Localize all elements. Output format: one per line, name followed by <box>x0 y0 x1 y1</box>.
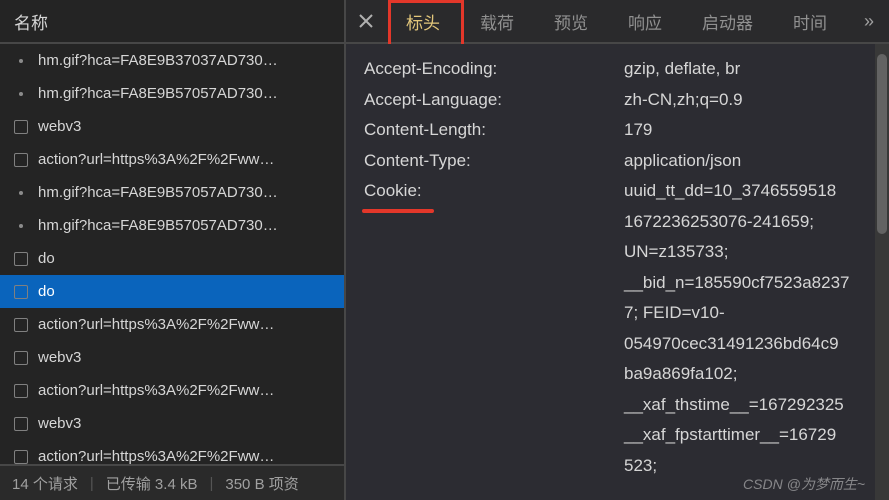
header-value: 1672236253076-241659; <box>624 207 849 238</box>
header-name: Accept-Language: <box>364 85 624 116</box>
request-name: do <box>38 283 55 300</box>
header-value: zh-CN,zh;q=0.9 <box>624 85 849 116</box>
status-resources: 350 B 项资 <box>225 473 298 494</box>
header-name: Content-Type: <box>364 146 624 177</box>
request-item[interactable]: action?url=https%3A%2F%2Fww… <box>0 308 344 341</box>
header-names-column: Accept-Encoding:Accept-Language:Content-… <box>364 54 624 500</box>
request-item[interactable]: webv3 <box>0 407 344 440</box>
header-value: 7; FEID=v10- <box>624 298 849 329</box>
scrollbar-thumb[interactable] <box>877 54 887 234</box>
header-value: gzip, deflate, br <box>624 54 849 85</box>
request-name: action?url=https%3A%2F%2Fww… <box>38 382 274 399</box>
status-transferred: 已传输 3.4 kB <box>106 473 198 494</box>
tab-headers[interactable]: 标头 <box>386 0 460 42</box>
request-item[interactable]: action?url=https%3A%2F%2Fww… <box>0 143 344 176</box>
highlight-underline <box>362 209 434 213</box>
watermark: CSDN @为梦而生~ <box>743 474 865 494</box>
request-name: hm.gif?hca=FA8E9B57057AD730… <box>38 217 278 234</box>
file-icon <box>14 450 28 464</box>
header-name: Accept-Encoding: <box>364 54 624 85</box>
header-name: Content-Length: <box>364 115 624 146</box>
file-icon <box>14 318 28 332</box>
status-bar: 14 个请求 | 已传输 3.4 kB | 350 B 项资 <box>0 464 344 500</box>
tab-payload[interactable]: 载荷 <box>460 0 534 42</box>
dot-icon <box>19 59 23 63</box>
dot-icon <box>19 92 23 96</box>
request-item[interactable]: do <box>0 242 344 275</box>
dot-icon <box>19 191 23 195</box>
header-value: application/json <box>624 146 849 177</box>
column-header-name[interactable]: 名称 <box>0 0 344 44</box>
file-icon <box>14 417 28 431</box>
request-item[interactable]: hm.gif?hca=FA8E9B57057AD730… <box>0 176 344 209</box>
header-values-column: gzip, deflate, brzh-CN,zh;q=0.9179applic… <box>624 54 849 500</box>
request-name: webv3 <box>38 118 81 135</box>
tab-initiator[interactable]: 启动器 <box>682 0 773 42</box>
separator-icon: | <box>209 475 213 492</box>
request-name: hm.gif?hca=FA8E9B37037AD730… <box>38 52 278 69</box>
request-name: action?url=https%3A%2F%2Fww… <box>38 151 274 168</box>
request-name: hm.gif?hca=FA8E9B57057AD730… <box>38 184 278 201</box>
scrollbar-vertical[interactable] <box>875 44 889 500</box>
header-value: 179 <box>624 115 849 146</box>
column-header-label: 名称 <box>14 9 48 34</box>
tab-response[interactable]: 响应 <box>608 0 682 42</box>
overflow-icon[interactable]: » <box>849 0 889 42</box>
header-value: __xaf_fpstarttimer__=16729 <box>624 420 849 451</box>
status-request-count: 14 个请求 <box>12 473 78 494</box>
request-name: action?url=https%3A%2F%2Fww… <box>38 448 274 464</box>
request-name: action?url=https%3A%2F%2Fww… <box>38 316 274 333</box>
header-value: UN=z135733; <box>624 237 849 268</box>
request-list: hm.gif?hca=FA8E9B37037AD730… hm.gif?hca=F… <box>0 44 344 464</box>
request-name: webv3 <box>38 415 81 432</box>
request-name: webv3 <box>38 349 81 366</box>
close-icon[interactable] <box>346 0 386 42</box>
file-icon <box>14 252 28 266</box>
request-item[interactable]: webv3 <box>0 110 344 143</box>
network-request-panel: 名称 hm.gif?hca=FA8E9B37037AD730…hm.gif?hc… <box>0 0 346 500</box>
request-item[interactable]: hm.gif?hca=FA8E9B57057AD730… <box>0 209 344 242</box>
request-name: do <box>38 250 55 267</box>
file-icon <box>14 153 28 167</box>
header-value: __xaf_thstime__=167292325 <box>624 390 849 421</box>
file-icon <box>14 285 28 299</box>
file-icon <box>14 120 28 134</box>
header-value: __bid_n=185590cf7523a8237 <box>624 268 849 299</box>
separator-icon: | <box>90 475 94 492</box>
tab-timing[interactable]: 时间 <box>773 0 847 42</box>
request-item[interactable]: action?url=https%3A%2F%2Fww… <box>0 374 344 407</box>
header-value: 054970cec31491236bd64c9 <box>624 329 849 360</box>
details-tabs: 标头 载荷 预览 响应 启动器 时间 » <box>346 0 889 44</box>
header-value: uuid_tt_dd=10_3746559518 <box>624 176 849 207</box>
header-name: Cookie: <box>364 176 624 207</box>
request-item[interactable]: action?url=https%3A%2F%2Fww… <box>0 440 344 464</box>
request-name: hm.gif?hca=FA8E9B57057AD730… <box>38 85 278 102</box>
headers-content: Accept-Encoding:Accept-Language:Content-… <box>346 44 889 500</box>
file-icon <box>14 384 28 398</box>
request-item[interactable]: hm.gif?hca=FA8E9B57057AD730… <box>0 77 344 110</box>
file-icon <box>14 351 28 365</box>
request-item[interactable]: hm.gif?hca=FA8E9B37037AD730… <box>0 44 344 77</box>
request-item[interactable]: webv3 <box>0 341 344 374</box>
request-item[interactable]: do <box>0 275 344 308</box>
details-panel: 标头 载荷 预览 响应 启动器 时间 » Accept-Encoding:Acc… <box>346 0 889 500</box>
header-value: ba9a869fa102; <box>624 359 849 390</box>
tab-preview[interactable]: 预览 <box>534 0 608 42</box>
dot-icon <box>19 224 23 228</box>
